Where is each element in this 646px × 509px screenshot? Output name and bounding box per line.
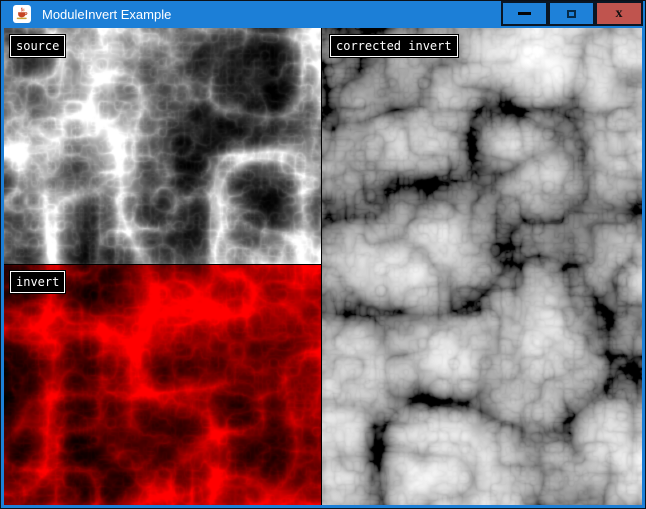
- maximize-icon: [567, 10, 576, 18]
- minimize-button[interactable]: [501, 1, 548, 26]
- invert-panel-label: invert: [10, 271, 65, 293]
- minimize-icon: [518, 12, 531, 15]
- close-button[interactable]: x: [595, 1, 643, 26]
- corrected-invert-panel-label: corrected invert: [330, 35, 458, 57]
- window-title: ModuleInvert Example: [42, 1, 171, 28]
- java-coffee-cup-icon: [15, 7, 29, 21]
- render-area: source invert corrected invert: [4, 28, 642, 505]
- invert-image: [4, 265, 321, 505]
- source-panel-label: source: [10, 35, 65, 57]
- close-icon: x: [616, 7, 623, 21]
- maximize-button[interactable]: [548, 1, 595, 26]
- corrected-invert-image: [322, 28, 642, 505]
- java-icon[interactable]: [13, 5, 31, 23]
- titlebar[interactable]: ModuleInvert Example x: [1, 1, 645, 28]
- window-controls: x: [501, 1, 643, 26]
- application-window: ModuleInvert Example x source invert cor…: [0, 0, 646, 509]
- source-image: [4, 28, 321, 264]
